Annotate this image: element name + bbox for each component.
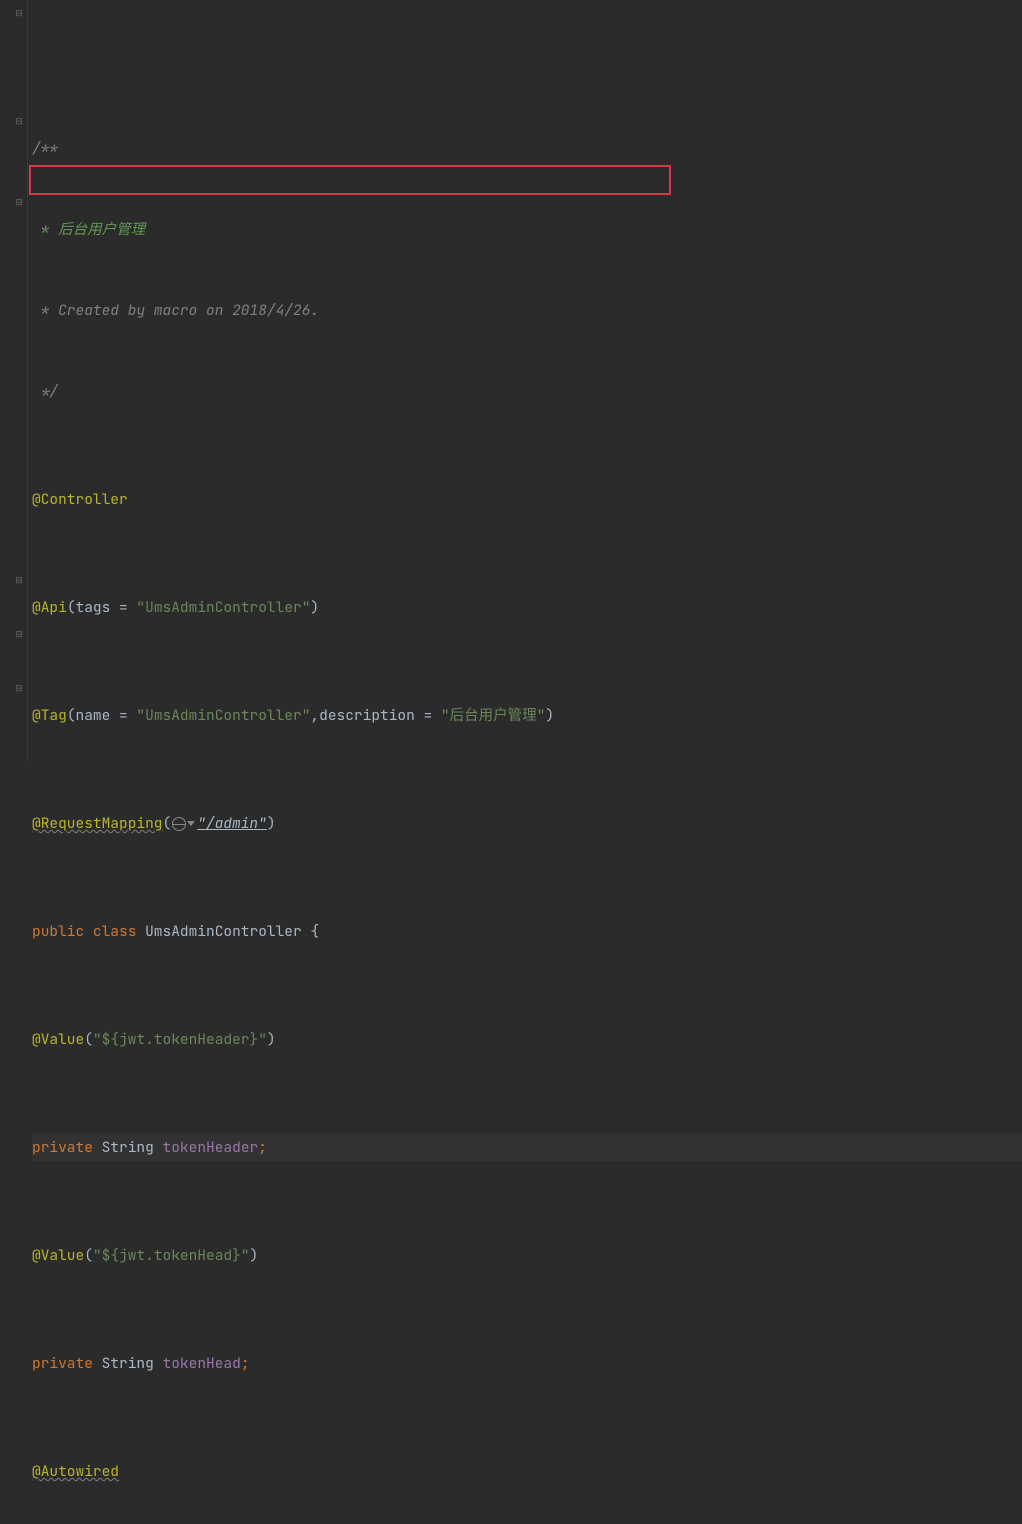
code-editor: ⊟ ⊟ ⊟ ⊟ ⊟ ⊟ /** * 后台用户管理 * Created by ma… bbox=[0, 0, 1022, 762]
comment: * Created by macro on 2018/4/26. bbox=[32, 297, 319, 324]
type: String bbox=[102, 1134, 154, 1161]
paren: ) bbox=[267, 810, 276, 837]
string: "UmsAdminController" bbox=[136, 702, 310, 729]
paren: ) bbox=[545, 702, 554, 729]
globe-icon[interactable] bbox=[172, 817, 186, 831]
paren: ) bbox=[250, 1242, 259, 1269]
fold-icon[interactable]: ⊟ bbox=[14, 197, 24, 207]
annotation-controller: @Controller bbox=[32, 486, 128, 513]
paren: ( bbox=[67, 702, 76, 729]
keyword-private: private bbox=[32, 1134, 93, 1161]
attr-key: tags = bbox=[76, 594, 137, 621]
attr-key: ,description = bbox=[310, 702, 441, 729]
field: tokenHead bbox=[163, 1350, 241, 1377]
comment: */ bbox=[32, 378, 58, 405]
fold-icon[interactable]: ⊟ bbox=[14, 683, 24, 693]
chevron-down-icon[interactable] bbox=[187, 821, 195, 826]
annotation-api: @Api bbox=[32, 594, 67, 621]
string: "${jwt.tokenHeader}" bbox=[93, 1026, 267, 1053]
string: "后台用户管理" bbox=[441, 702, 545, 729]
annotation-value: @Value bbox=[32, 1026, 84, 1053]
fold-icon[interactable]: ⊟ bbox=[14, 575, 24, 585]
fold-icon[interactable]: ⊟ bbox=[14, 8, 24, 18]
highlight-box bbox=[29, 165, 671, 195]
annotation-autowired: @Autowired bbox=[32, 1458, 119, 1485]
comment: /** bbox=[32, 135, 58, 162]
paren: ) bbox=[267, 1026, 276, 1053]
type: String bbox=[102, 1350, 154, 1377]
paren: ( bbox=[84, 1242, 93, 1269]
annotation-requestmapping: @RequestMapping bbox=[32, 810, 163, 837]
brace: { bbox=[302, 918, 319, 945]
paren: ) bbox=[310, 594, 319, 621]
string: "UmsAdminController" bbox=[136, 594, 310, 621]
semicolon: ; bbox=[241, 1350, 250, 1377]
keyword-public: public bbox=[32, 918, 84, 945]
keyword-private: private bbox=[32, 1350, 93, 1377]
attr-key: name = bbox=[76, 702, 137, 729]
url-link[interactable]: "/admin" bbox=[197, 810, 267, 837]
class-name: UmsAdminController bbox=[145, 918, 302, 945]
paren: ( bbox=[67, 594, 76, 621]
fold-icon[interactable]: ⊟ bbox=[14, 116, 24, 126]
paren: ( bbox=[163, 810, 172, 837]
semicolon: ; bbox=[258, 1134, 267, 1161]
string: "${jwt.tokenHead}" bbox=[93, 1242, 250, 1269]
comment: * 后台用户管理 bbox=[32, 216, 145, 243]
field: tokenHeader bbox=[163, 1134, 259, 1161]
gutter: ⊟ ⊟ ⊟ ⊟ ⊟ ⊟ bbox=[0, 0, 28, 762]
annotation-tag: @Tag bbox=[32, 702, 67, 729]
keyword-class: class bbox=[93, 918, 137, 945]
paren: ( bbox=[84, 1026, 93, 1053]
fold-icon[interactable]: ⊟ bbox=[14, 629, 24, 639]
code-area[interactable]: /** * 后台用户管理 * Created by macro on 2018/… bbox=[28, 0, 1022, 762]
annotation-value: @Value bbox=[32, 1242, 84, 1269]
